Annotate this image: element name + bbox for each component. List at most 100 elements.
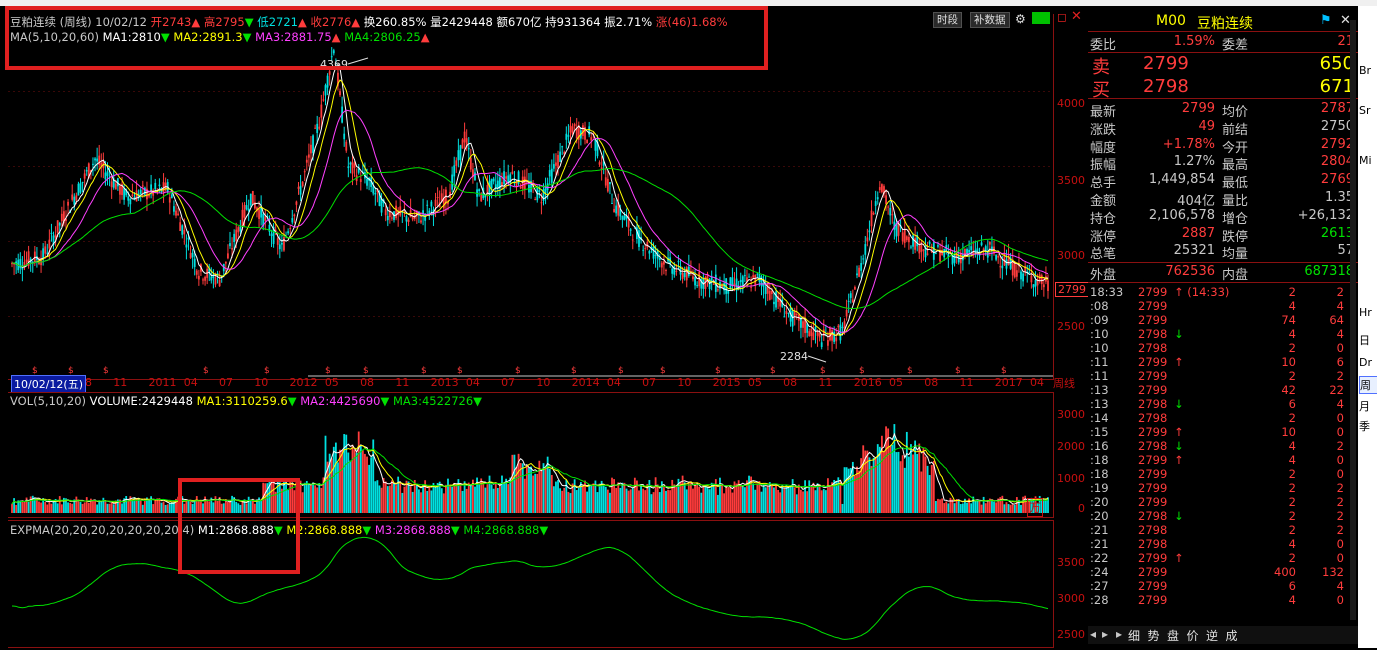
last-price-tag: 2799 [1055, 282, 1089, 297]
tick-oi: 6 [1336, 355, 1344, 369]
tick-volume: 2 [1288, 285, 1296, 299]
stat-label: 均量 [1222, 247, 1249, 263]
quote-row: 涨跌 49 前结 2750 [1088, 119, 1358, 138]
tick-volume: 4 [1288, 593, 1296, 607]
side-button[interactable]: Sr [1359, 104, 1376, 117]
fill-data-button[interactable]: 补数据 [970, 12, 1010, 28]
scroll-menu-icon[interactable]: ▸ [1116, 627, 1122, 641]
xtick: 08 [924, 376, 939, 389]
amplitude-value: 振2.71% [604, 15, 653, 29]
tick-price: 2799 [1138, 565, 1168, 579]
stat-value: 25321 [1173, 243, 1215, 259]
stat-label: 今开 [1222, 140, 1249, 156]
tick-time: :21 [1090, 523, 1109, 537]
tick-direction: ↓ [1174, 509, 1184, 523]
tick-price: 2799 [1138, 299, 1168, 313]
quote-tab[interactable]: 成 [1226, 627, 1238, 644]
tick-price: 2799 [1138, 285, 1168, 299]
tick-time: :22 [1090, 551, 1109, 565]
tick-price: 2799 [1138, 467, 1168, 481]
xtick: 11 [818, 376, 833, 389]
tick-time: :18 [1090, 467, 1109, 481]
stat-label: 幅度 [1090, 140, 1117, 156]
tick-time: :19 [1090, 481, 1109, 495]
tick-row: :09 2799 74 64 [1088, 313, 1346, 327]
scroll-right-icon[interactable]: ▸ [1102, 627, 1108, 641]
kline-yaxis: 4000 3500 3000 2500 [1053, 14, 1087, 379]
side-button[interactable]: 日 [1359, 332, 1376, 348]
tick-oi: 0 [1336, 341, 1344, 355]
stat-label: 总手 [1090, 176, 1117, 192]
ask-qty: 650 [1319, 53, 1354, 74]
tick-price: 2799 [1138, 453, 1168, 467]
amount-value: 额670亿 [496, 15, 542, 29]
chart-area[interactable]: 4369 2284 $ $ $ $ $ $ $ $ $ $ $ $ $ $ $ $ $ $ $ $ 豆粕连续 (周线) 1… [0, 6, 1089, 648]
expma-pane[interactable] [8, 520, 1054, 648]
xtick: 2014 [571, 376, 600, 389]
high-value: 高2795 [203, 15, 245, 29]
low-value: 低2721 [257, 15, 298, 29]
tick-row: :21 2798 4 0 [1088, 537, 1346, 551]
tick-row: 18:33 2799 ↑ (14:33) 2 2 [1088, 285, 1346, 299]
side-button[interactable]: Dr [1359, 356, 1376, 369]
stat-value: 2887 [1181, 225, 1215, 241]
tick-price: 2798 [1138, 341, 1168, 355]
side-button[interactable]: 周 [1359, 376, 1377, 394]
tick-row: :20 2798 ↓ 2 2 [1088, 509, 1346, 523]
quote-tab[interactable]: 势 [1148, 627, 1160, 644]
quote-row: 涨停 2887 跌停 2613 [1088, 225, 1358, 245]
flag-icon[interactable]: ⚑ [1320, 13, 1332, 28]
inner-label: 内盘 [1222, 268, 1249, 283]
quote-row: 最新 2799 均价 2787 [1088, 101, 1358, 120]
kline-pane[interactable]: 4369 2284 $ $ $ $ $ $ $ $ $ $ $ $ $ $ $ $ $ $ $ $ [8, 14, 1054, 380]
ma4-value: MA4:2806.25 [344, 30, 421, 44]
tick-oi: 22 [1329, 383, 1344, 397]
quote-tab[interactable]: 盘 [1167, 627, 1179, 644]
tick-price: 2799 [1138, 579, 1168, 593]
tick-direction: ↑ [1174, 355, 1184, 369]
xtick: 2015 [712, 376, 741, 389]
side-button[interactable]: 月 [1359, 398, 1376, 414]
xtick: 04 [183, 376, 198, 389]
tick-volume: 4 [1288, 327, 1296, 341]
side-button[interactable]: Hr [1359, 306, 1376, 319]
quote-tab[interactable]: 价 [1187, 627, 1199, 644]
battery-icon[interactable] [1032, 12, 1050, 24]
hold-value: 持931364 [545, 15, 601, 29]
outer-inner-row: 外盘 762536 内盘 687318 [1088, 264, 1358, 283]
tick-oi: 4 [1336, 397, 1344, 411]
stat-value: 404亿 [1177, 194, 1215, 209]
ask-row[interactable]: 卖 2799 650 [1088, 53, 1358, 78]
tick-time: :13 [1090, 383, 1109, 397]
webi-value: 1.59% [1173, 34, 1215, 49]
side-button[interactable]: Mi [1359, 154, 1376, 167]
quote-tab[interactable]: 细 [1128, 627, 1140, 644]
vol-info-line: VOL(5,10,20) VOLUME:2429448 MA1:3110259.… [10, 394, 483, 408]
svg-text:$: $ [203, 366, 209, 376]
time-range-button[interactable]: 时段 [933, 12, 962, 28]
expma-yaxis: 3500 3000 2500 [1053, 520, 1087, 646]
tick-oi: 0 [1336, 593, 1344, 607]
inner-value: 687318 [1304, 264, 1354, 279]
tick-scrollbar[interactable] [1350, 20, 1356, 620]
side-button[interactable]: 季 [1359, 418, 1376, 434]
bid-row[interactable]: 买 2798 671 [1088, 76, 1358, 101]
volume-unit: 万 [1027, 498, 1044, 517]
tick-price: 2799 [1138, 481, 1168, 495]
tick-volume: 2 [1288, 495, 1296, 509]
settings-icon[interactable]: ⚙ [1015, 12, 1026, 26]
price-info-line: 豆粕连续 (周线) 10/02/12 开2743▲ 高2795▼ 低2721▲ … [10, 15, 728, 29]
scroll-left-icon[interactable]: ◂ [1090, 627, 1096, 641]
volume-pane[interactable] [8, 392, 1054, 518]
tick-oi: 0 [1336, 537, 1344, 551]
tick-volume: 400 [1274, 565, 1296, 579]
tick-volume: 10 [1281, 425, 1296, 439]
tick-volume: 2 [1288, 467, 1296, 481]
ytick: 0 [1078, 502, 1085, 515]
quote-tab[interactable]: 逆 [1206, 627, 1218, 644]
ytick: 2500 [1057, 628, 1085, 641]
period-switch[interactable]: 周线 [1053, 375, 1075, 391]
side-button[interactable]: Br [1359, 64, 1376, 77]
tick-time: :08 [1090, 299, 1109, 313]
ask-price: 2799 [1143, 53, 1189, 74]
